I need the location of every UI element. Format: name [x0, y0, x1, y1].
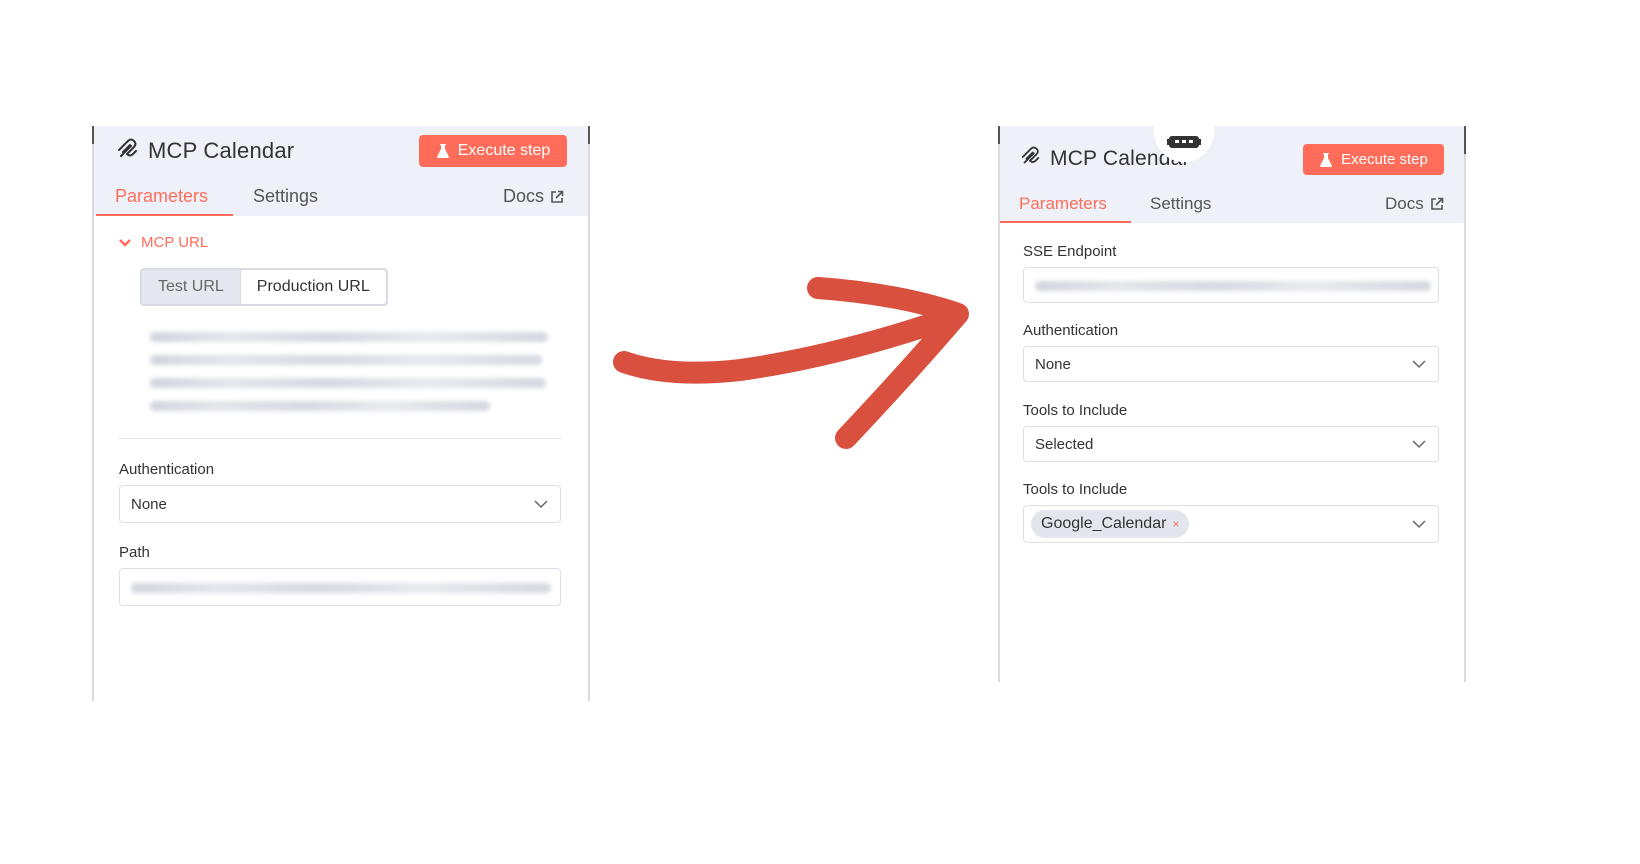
tools-to-include-select[interactable]: Selected [1023, 426, 1439, 462]
tab-parameters[interactable]: Parameters [1019, 194, 1107, 214]
tools-to-include-value: Selected [1035, 435, 1094, 453]
test-url-option[interactable]: Test URL [142, 270, 240, 304]
authentication-label: Authentication [1023, 322, 1119, 339]
blurred-endpoint-value [1035, 281, 1431, 291]
active-tab-indicator [96, 214, 233, 216]
curved-arrow-icon [613, 277, 969, 449]
mcp-node-icon [118, 138, 137, 157]
docs-link[interactable]: Docs [503, 186, 564, 207]
production-url-option[interactable]: Production URL [239, 270, 386, 304]
tab-parameters[interactable]: Parameters [115, 186, 208, 207]
tab-settings[interactable]: Settings [253, 186, 318, 207]
external-link-icon [1430, 197, 1444, 210]
tool-tag: Google_Calendar × [1031, 510, 1190, 538]
blurred-url-line [150, 332, 548, 342]
flask-icon [1320, 152, 1333, 167]
authentication-select[interactable]: None [1023, 346, 1439, 382]
docs-label: Docs [503, 186, 545, 206]
robot-icon [1167, 136, 1201, 148]
path-input[interactable] [119, 568, 561, 606]
docs-link[interactable]: Docs [1385, 194, 1444, 214]
tool-tag-label: Google_Calendar [1041, 515, 1167, 532]
sse-endpoint-label: SSE Endpoint [1023, 243, 1117, 260]
execute-step-label: Execute step [1341, 151, 1428, 168]
path-label: Path [119, 544, 150, 561]
authentication-select[interactable]: None [119, 485, 561, 523]
execute-step-button[interactable]: Execute step [419, 135, 567, 167]
section-divider [119, 438, 561, 439]
right-node-panel: MCP Calendar Execute step Parameters Set… [998, 126, 1466, 682]
tab-settings[interactable]: Settings [1150, 194, 1211, 214]
chevron-down-icon [1412, 440, 1426, 449]
sse-endpoint-input[interactable] [1023, 267, 1439, 303]
node-title: MCP Calendar [148, 138, 295, 163]
chevron-down-icon [1412, 520, 1426, 529]
blurred-url-line [150, 355, 542, 365]
caret-down-icon [119, 238, 131, 247]
chevron-down-icon [1412, 360, 1426, 369]
panel-header: MCP Calendar Execute step Parameters Set… [1000, 126, 1464, 223]
blurred-url-line [150, 378, 546, 388]
panel-header: MCP Calendar Execute step Parameters Set… [94, 126, 588, 216]
mcp-url-value[interactable] [150, 326, 550, 416]
authentication-value: None [1035, 355, 1071, 373]
panel-edge [588, 126, 590, 144]
blurred-path-value [131, 583, 551, 593]
mcp-url-collapse-toggle[interactable]: MCP URL [119, 234, 208, 251]
execute-step-label: Execute step [457, 142, 551, 159]
tools-to-include-label: Tools to Include [1023, 402, 1128, 419]
url-toggle: Test URL Production URL [140, 268, 388, 306]
blurred-url-line [150, 401, 490, 411]
left-node-panel: MCP Calendar Execute step Parameters Set… [92, 126, 590, 701]
docs-label: Docs [1385, 194, 1424, 213]
tag-remove-icon[interactable]: × [1172, 517, 1179, 531]
tools-list-label: Tools to Include [1023, 481, 1128, 498]
flask-icon [436, 144, 449, 158]
execute-step-button[interactable]: Execute step [1303, 144, 1444, 175]
tools-multiselect[interactable]: Google_Calendar × [1023, 505, 1439, 543]
active-tab-indicator [1000, 221, 1131, 223]
panel-edge [1464, 126, 1466, 154]
external-link-icon [551, 190, 564, 203]
authentication-label: Authentication [119, 461, 215, 478]
chevron-down-icon [534, 500, 548, 509]
mcp-url-label: MCP URL [141, 234, 209, 251]
authentication-value: None [131, 495, 167, 513]
mcp-node-icon [1021, 146, 1040, 164]
